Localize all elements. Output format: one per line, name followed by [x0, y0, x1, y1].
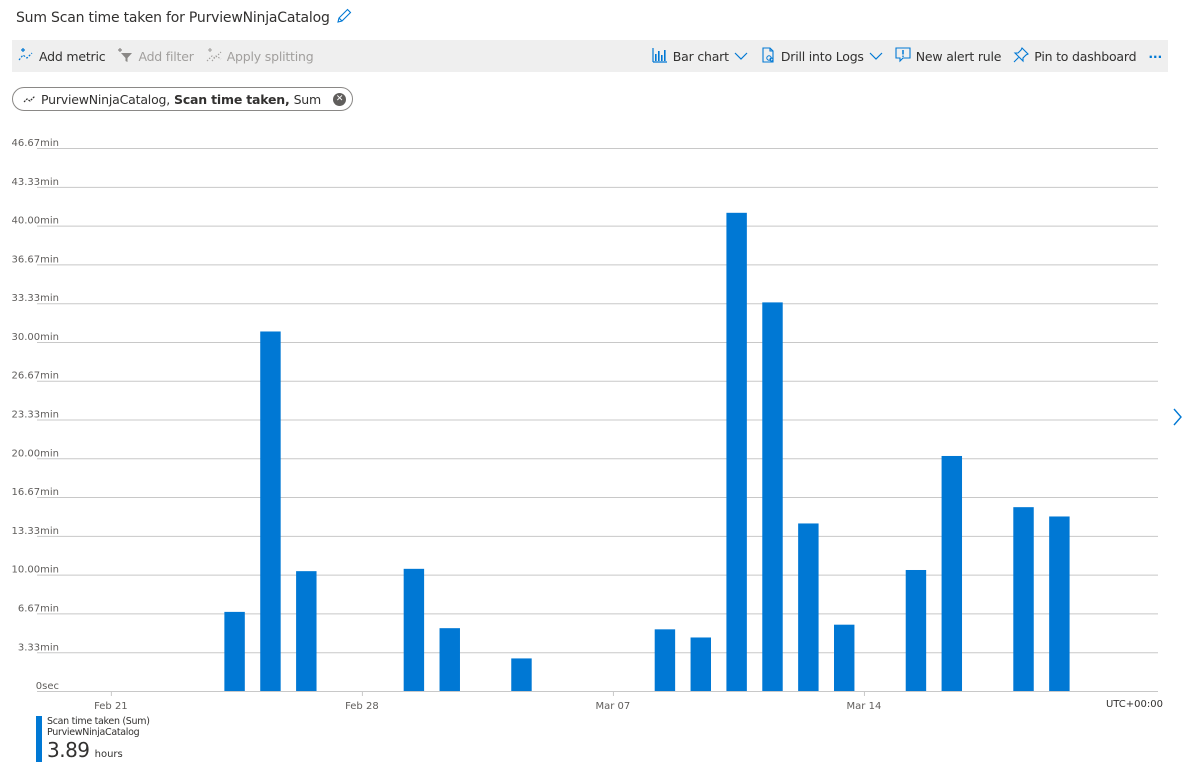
pill-metric: Scan time taken,: [174, 91, 290, 107]
legend-series-label: Scan time taken (Sum): [47, 716, 150, 727]
chart-toolbar: Add metric Add filter Apply splitting Ba…: [12, 40, 1168, 72]
chart-title-row: Sum Scan time taken for PurviewNinjaCata…: [16, 8, 352, 28]
chart-legend[interactable]: Scan time taken (Sum) PurviewNinjaCatalo…: [36, 716, 150, 762]
pill-aggregation: Sum: [293, 91, 322, 107]
y-tick-label: 10.00min: [12, 565, 60, 576]
bar[interactable]: Mar 12: 14.4min: [798, 523, 819, 691]
bar[interactable]: Mar 13: 5.7min: [834, 624, 855, 691]
line-chart-icon: [23, 92, 37, 107]
y-tick-label: 30.00min: [12, 332, 60, 343]
y-tick-label: 36.67min: [12, 254, 60, 265]
more-icon: ···: [1148, 48, 1162, 64]
y-tick-label: 20.00min: [12, 448, 60, 459]
legend-total-value: 3.89: [47, 738, 90, 762]
legend-swatch: [36, 716, 42, 762]
alert-icon: [895, 46, 911, 66]
pin-to-dashboard-button[interactable]: Pin to dashboard: [1007, 40, 1142, 72]
logs-icon: [760, 46, 776, 66]
y-tick-label: 40.00min: [12, 216, 60, 227]
y-tick-label: 13.33min: [12, 526, 60, 537]
chevron-down-icon: [734, 49, 748, 64]
bar[interactable]: Feb 24: 6.8min: [224, 611, 245, 691]
bar[interactable]: Mar 15: 10.4min: [905, 569, 927, 691]
legend-total-unit: hours: [94, 749, 123, 760]
bar-chart: 0sec 3.33min 6.67min 10.00min 13.33min 16.67m…: [12, 138, 1158, 710]
grid-layer: 0sec 3.33min 6.67min 10.00min 13.33min 16.67m…: [12, 138, 1158, 692]
add-metric-label: Add metric: [39, 48, 106, 64]
drill-into-logs-label: Drill into Logs: [780, 48, 864, 64]
x-tick-label: Mar 14: [847, 701, 882, 710]
bar[interactable]: Mar 09: 4.6min: [690, 637, 711, 691]
y-tick-label: 23.33min: [12, 410, 60, 421]
y-tick-label: 6.67min: [18, 603, 59, 614]
add-filter-label: Add filter: [138, 48, 194, 64]
x-tick-label: Feb 28: [345, 701, 379, 710]
x-axis: Feb 21 Feb 28 Mar 07 Mar 14: [94, 691, 881, 710]
new-alert-rule-button[interactable]: New alert rule: [889, 40, 1008, 72]
bar[interactable]: Mar 10: 41.1min: [726, 212, 747, 691]
metric-pill[interactable]: PurviewNinjaCatalog, Scan time taken, Su…: [12, 87, 353, 111]
remove-metric-icon[interactable]: ✕: [333, 92, 346, 106]
add-filter-icon: [117, 47, 133, 66]
bar[interactable]: Mar 08: 5.3min: [654, 629, 676, 691]
bar[interactable]: Mar 19: 15min: [1049, 516, 1070, 691]
y-tick-label: 0sec: [36, 681, 59, 692]
x-tick-label: Feb 21: [94, 701, 128, 710]
add-filter-button[interactable]: Add filter: [111, 40, 199, 72]
bar[interactable]: Mar 02: 5.4min: [439, 628, 460, 691]
bar[interactable]: Mar 01: 10.5min: [403, 568, 425, 691]
pill-resource: PurviewNinjaCatalog,: [41, 91, 171, 107]
y-tick-label: 26.67min: [12, 371, 60, 382]
chevron-down-icon: [869, 49, 883, 64]
y-tick-label: 3.33min: [18, 642, 59, 653]
y-tick-label: 46.67min: [12, 138, 60, 149]
apply-splitting-button[interactable]: Apply splitting: [200, 40, 320, 72]
legend-resource: PurviewNinjaCatalog: [47, 727, 140, 738]
bar[interactable]: Mar 04: 2.8min: [511, 658, 532, 691]
chart-title: Sum Scan time taken for PurviewNinjaCata…: [16, 10, 330, 26]
y-tick-label: 43.33min: [12, 177, 60, 188]
bar-layer: Feb 24: 6.8min Feb 25: 30.9min Feb 26: 10.…: [224, 212, 1070, 691]
apply-splitting-icon: [206, 47, 222, 66]
bar[interactable]: Mar 16: 20.2min: [941, 455, 963, 691]
pencil-icon[interactable]: [336, 8, 352, 28]
apply-splitting-label: Apply splitting: [226, 48, 314, 64]
x-tick-label: Mar 07: [596, 701, 631, 710]
new-alert-rule-label: New alert rule: [915, 48, 1002, 64]
timezone-label: UTC+00:00: [1105, 699, 1163, 710]
pin-icon: [1013, 46, 1030, 66]
chart-type-label: Bar chart: [672, 48, 729, 64]
y-tick-label: 16.67min: [12, 487, 60, 498]
add-metric-button[interactable]: Add metric: [12, 40, 111, 72]
bar[interactable]: Feb 26: 10.3min: [296, 571, 317, 691]
bar[interactable]: Mar 11: 33.4min: [762, 302, 783, 691]
bar[interactable]: Feb 25: 30.9min: [260, 331, 281, 691]
pin-to-dashboard-label: Pin to dashboard: [1034, 48, 1137, 64]
drill-into-logs-dropdown[interactable]: Drill into Logs: [754, 40, 889, 72]
bar-chart-icon: [652, 47, 668, 66]
bar[interactable]: Mar 18: 15.8min: [1013, 507, 1034, 691]
more-options-button[interactable]: ···: [1142, 40, 1168, 72]
y-tick-label: 33.33min: [12, 293, 60, 304]
chart-type-dropdown[interactable]: Bar chart: [646, 40, 754, 72]
add-metric-icon: [18, 47, 34, 66]
chevron-right-icon[interactable]: [1171, 406, 1185, 428]
